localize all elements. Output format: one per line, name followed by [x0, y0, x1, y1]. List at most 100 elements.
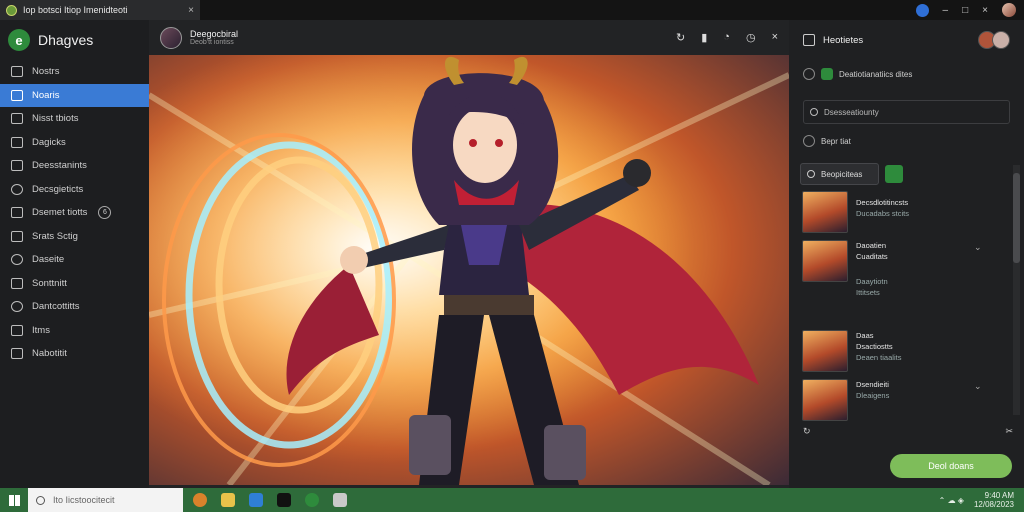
filter-toggle-button[interactable]: [885, 165, 903, 183]
sidebar-item[interactable]: Decsgieticts: [0, 178, 149, 202]
list-item[interactable]: Daoatien Cuaditats Daaytiotn Ittitsets ⌄: [802, 240, 982, 298]
panel-header: Heotietes: [789, 20, 1024, 60]
image-viewer: Deegocbiral Deob'tt iontiss ↻ ▮ ◔ ◷ ×: [149, 20, 789, 488]
photos-app-icon[interactable]: [333, 493, 347, 507]
window-controls: – □ ×: [915, 0, 1024, 20]
box-icon: [11, 324, 23, 336]
panel-title: Heotietes: [823, 34, 864, 46]
scrollbar-thumb[interactable]: [1013, 173, 1020, 263]
browser-tab[interactable]: Iop botsci Itiop Imenidteoti ×: [0, 0, 200, 20]
list-item[interactable]: Decsdlotitincsts Ducadabs stcits: [802, 191, 909, 233]
sidebar-item[interactable]: Daseite: [0, 248, 149, 272]
start-button[interactable]: [0, 488, 28, 512]
close-window-button[interactable]: ×: [982, 5, 988, 16]
edge-app-icon[interactable]: [249, 493, 263, 507]
artwork-illustration: [149, 55, 789, 485]
info-row: Deatiotianatiics dites: [789, 62, 1024, 86]
undo-icon[interactable]: ↻: [803, 426, 811, 437]
sidebar-item[interactable]: Nisst tbiots: [0, 107, 149, 131]
details-panel: Heotietes Deatiotianatiics dites Dsessea…: [789, 20, 1024, 488]
sidebar-item[interactable]: Deesstanints: [0, 154, 149, 178]
app-brand[interactable]: e Dhagves: [0, 20, 149, 60]
sidebar: e Dhagves Nostrs Noaris Nisst tbiots Dag…: [0, 20, 149, 488]
folder-app-icon[interactable]: [221, 493, 235, 507]
bookmark-icon[interactable]: ▮: [701, 31, 707, 44]
browser-app-icon[interactable]: [193, 493, 207, 507]
image-icon: [11, 89, 23, 101]
tab-title: Iop botsci Itiop Imenidteoti: [23, 5, 128, 15]
primary-action-button[interactable]: Deol doans: [890, 454, 1012, 478]
collaborator-avatars[interactable]: [978, 31, 1010, 49]
thumbnail-image: [802, 330, 848, 372]
windows-icon: [8, 494, 20, 506]
section-label: Bepr tiat: [821, 136, 851, 146]
terminal-app-icon[interactable]: [277, 493, 291, 507]
section-row[interactable]: Bepr tiat: [789, 128, 1024, 154]
table-icon: [11, 207, 23, 219]
taskbar-apps: [183, 493, 347, 507]
grid-icon: [11, 66, 23, 78]
count-badge: 6: [98, 206, 112, 220]
sidebar-item-active[interactable]: Noaris: [0, 83, 149, 107]
filter-bar: Beopiciteas: [800, 163, 903, 187]
search-field[interactable]: Dsesseatiounty: [803, 100, 1010, 124]
search-icon: [810, 108, 818, 116]
close-icon[interactable]: ×: [772, 31, 778, 44]
cut-icon[interactable]: ✂: [1005, 426, 1013, 437]
taskbar-search[interactable]: Ito Iicstoocitecit: [28, 488, 183, 512]
avatar[interactable]: [160, 26, 182, 49]
panel-icon: [803, 34, 815, 46]
app-name: Dhagves: [38, 32, 94, 48]
list-item-text: Dsendieiti Dleaigens: [856, 380, 890, 400]
viewer-subtitle: Deob'tt iontiss: [190, 39, 234, 46]
sidebar-item[interactable]: Nostrs: [0, 60, 149, 84]
search-icon: [11, 183, 23, 195]
sidebar-item[interactable]: Sonttnitt: [0, 272, 149, 296]
document-icon: [11, 113, 23, 125]
filter-search-input[interactable]: Beopiciteas: [800, 163, 879, 185]
shield-icon: [11, 254, 23, 266]
extension-icon[interactable]: [915, 3, 929, 17]
sidebar-item[interactable]: Dantcottitts: [0, 295, 149, 319]
profile-avatar[interactable]: [1002, 3, 1016, 17]
tab-close-icon[interactable]: ×: [188, 5, 194, 16]
tag-icon: [821, 68, 833, 80]
taskbar: Ito Iicstoocitecit ⌃ ☁ ◈ 9:40 AM 12/08/2…: [0, 488, 1024, 512]
viewer-title: Deegocbiral: [190, 29, 239, 39]
list-item[interactable]: Dsendieiti Dleaigens ⌄: [802, 379, 982, 421]
system-tray: ⌃ ☁ ◈ 9:40 AM 12/08/2023: [939, 491, 1024, 509]
list-item-text: Decsdlotitincsts Ducadabs stcits: [856, 198, 909, 218]
history-icon[interactable]: ◷: [746, 31, 756, 44]
sidebar-item[interactable]: Dagicks: [0, 131, 149, 155]
list-item[interactable]: Daas Dsactiostts Deaen tiaalits: [802, 330, 901, 372]
panel-footer: ↻ ✂: [803, 426, 1013, 437]
rotate-icon[interactable]: ↻: [676, 31, 685, 44]
info-text: Deatiotianatiics dites: [839, 69, 913, 79]
app-icon[interactable]: [305, 493, 319, 507]
avatar: [992, 31, 1010, 49]
thumbnail-list: Decsdlotitincsts Ducadabs stcits Daoatie…: [789, 185, 1014, 421]
browser-titlebar: Iop botsci Itiop Imenidteoti × – □ ×: [0, 0, 1024, 20]
chevron-down-icon[interactable]: ⌄: [974, 242, 982, 253]
chevron-down-icon[interactable]: ⌄: [974, 381, 982, 392]
tray-icons[interactable]: ⌃ ☁ ◈: [939, 496, 964, 505]
sidebar-item[interactable]: Nabotitit: [0, 342, 149, 366]
minimize-button[interactable]: –: [943, 5, 949, 16]
thumbnail-image: [802, 379, 848, 421]
scrollbar[interactable]: [1013, 165, 1020, 415]
viewer-header: Deegocbiral Deob'tt iontiss ↻ ▮ ◔ ◷ ×: [149, 20, 789, 55]
sidebar-item[interactable]: Srats Sctig: [0, 225, 149, 249]
maximize-button[interactable]: □: [962, 5, 968, 16]
sidebar-item[interactable]: Dsemet tiotts 6: [0, 201, 149, 225]
favicon-icon: [6, 4, 17, 16]
thumbnail-image: [802, 191, 848, 233]
sidebar-item[interactable]: Itms: [0, 319, 149, 343]
share-icon[interactable]: ◔: [723, 31, 730, 44]
list-item-text: Daoatien Cuaditats Daaytiotn Ittitsets: [856, 241, 888, 297]
thumbnail-image: [802, 240, 848, 282]
pencil-icon: [11, 277, 23, 289]
clock[interactable]: 9:40 AM 12/08/2023: [974, 491, 1014, 509]
image-grid-icon: [11, 348, 23, 360]
list-item-text: Daas Dsactiostts Deaen tiaalits: [856, 331, 902, 362]
search-icon: [807, 170, 815, 178]
